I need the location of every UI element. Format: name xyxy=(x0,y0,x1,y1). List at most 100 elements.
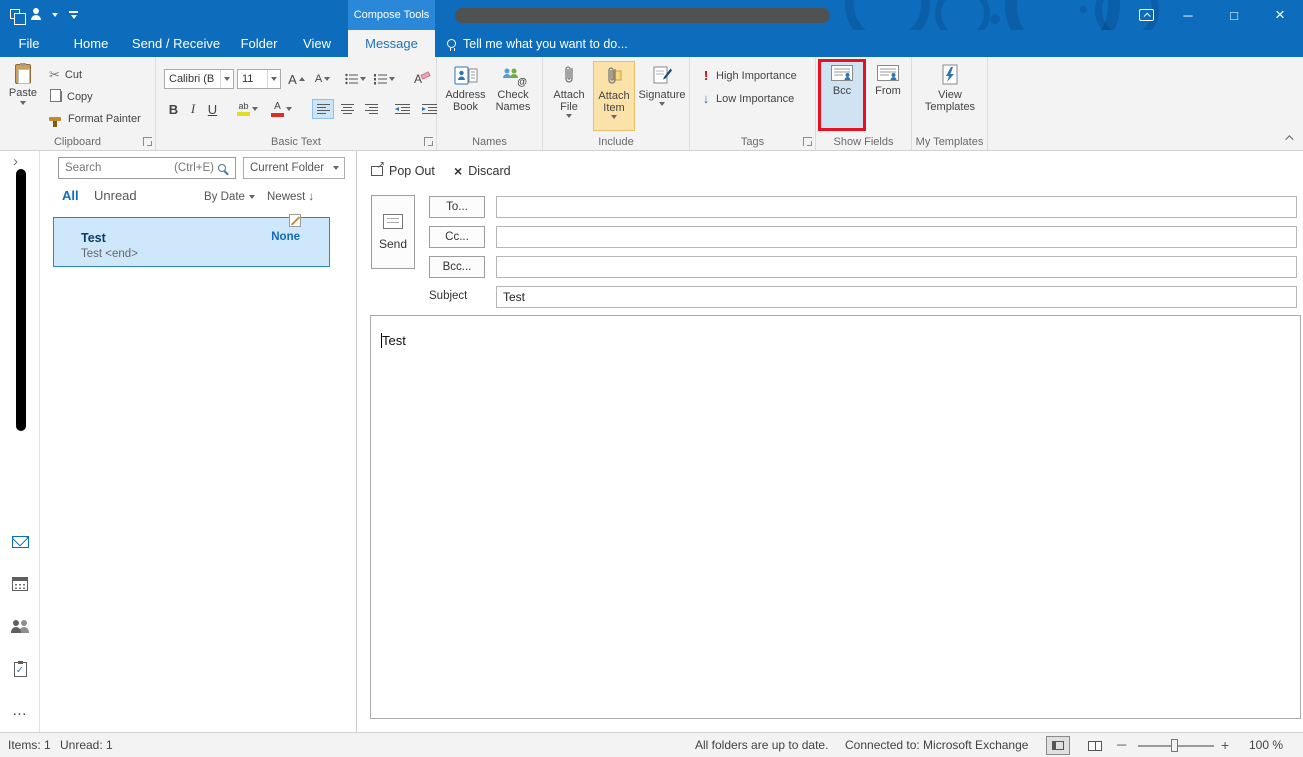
tell-me-box[interactable]: Tell me what you want to do... xyxy=(447,30,628,57)
bcc-input[interactable] xyxy=(496,256,1297,278)
ribbon-group-names: Address Book @ Check Names Names xyxy=(437,57,543,150)
text-highlight-button[interactable]: ab xyxy=(232,99,263,119)
ribbon-group-basic-text: Calibri (B 11 A A A xyxy=(156,57,437,150)
nav-calendar-button[interactable] xyxy=(0,569,40,599)
text-highlight-icon: ab xyxy=(237,102,250,116)
from-button[interactable]: From xyxy=(868,61,908,131)
cc-button[interactable]: Cc... xyxy=(429,226,485,248)
address-book-button[interactable]: Address Book xyxy=(443,61,488,131)
shrink-font-button[interactable]: A xyxy=(310,69,335,89)
font-size-select[interactable]: 11 xyxy=(237,69,281,89)
dropdown-caret-icon xyxy=(252,107,258,111)
zoom-level[interactable]: 100 % xyxy=(1249,738,1283,752)
ribbon-display-options-button[interactable] xyxy=(1128,0,1164,30)
person-icon[interactable] xyxy=(31,8,41,23)
decrease-indent-button[interactable] xyxy=(390,99,415,119)
numbering-icon xyxy=(374,73,387,85)
minimize-button[interactable]: ─ xyxy=(1165,0,1211,30)
sort-order-button[interactable]: Newest ↓ xyxy=(267,191,314,203)
ribbon-group-my-templates: View Templates My Templates xyxy=(912,57,988,150)
pop-out-button[interactable]: ↗ Pop Out xyxy=(371,160,435,182)
copy-icon xyxy=(53,91,62,102)
decorative-circle xyxy=(990,14,1000,24)
customize-quick-access-icon[interactable] xyxy=(69,11,78,19)
discard-button[interactable]: × Discard xyxy=(454,160,511,182)
check-names-button[interactable]: @ Check Names xyxy=(490,61,536,131)
send-button[interactable]: Send xyxy=(371,195,415,269)
dropdown-caret-icon xyxy=(566,114,572,118)
folder-scope-select[interactable]: Current Folder xyxy=(243,157,345,179)
cc-input[interactable] xyxy=(496,226,1297,248)
tab-send-receive[interactable]: Send / Receive xyxy=(128,30,224,57)
underline-button[interactable]: U xyxy=(203,99,222,119)
dropdown-caret-icon xyxy=(20,101,26,105)
align-left-button[interactable] xyxy=(312,99,334,119)
zoom-out-button[interactable]: ─ xyxy=(1117,737,1126,752)
cut-button[interactable]: ✂ Cut xyxy=(46,64,85,85)
copy-button[interactable]: Copy xyxy=(46,86,96,107)
attach-item-button[interactable]: Attach Item xyxy=(593,61,635,131)
chevron-up-icon xyxy=(1285,135,1293,143)
redacted-region xyxy=(16,169,26,431)
filter-tab-unread[interactable]: Unread xyxy=(94,188,137,203)
font-color-button[interactable]: A xyxy=(266,99,297,119)
nav-more-button[interactable]: … xyxy=(0,695,40,725)
search-input[interactable]: Search (Ctrl+E) xyxy=(58,157,236,179)
align-right-button[interactable] xyxy=(360,99,382,119)
numbering-button[interactable] xyxy=(371,69,398,89)
attach-file-button[interactable]: Attach File xyxy=(548,61,590,131)
bcc-button[interactable]: Bcc xyxy=(820,61,864,129)
expand-folder-pane-button[interactable]: › xyxy=(13,153,18,170)
sort-by-button[interactable]: By Date xyxy=(204,191,255,203)
paste-button[interactable]: Paste xyxy=(5,61,41,131)
my-templates-group-label: My Templates xyxy=(912,136,987,148)
format-painter-button[interactable]: Format Painter xyxy=(46,108,144,129)
maximize-button[interactable]: □ xyxy=(1211,0,1257,30)
italic-button[interactable]: I xyxy=(185,99,201,119)
to-input[interactable] xyxy=(496,196,1297,218)
tab-file[interactable]: File xyxy=(8,30,50,57)
tags-dialog-launcher[interactable] xyxy=(803,137,812,146)
zoom-slider-thumb[interactable] xyxy=(1171,739,1178,752)
shrink-font-icon: A xyxy=(315,73,322,85)
dropdown-caret-icon xyxy=(333,166,339,170)
tab-home[interactable]: Home xyxy=(58,30,124,57)
message-body[interactable]: Test xyxy=(370,315,1301,719)
low-importance-button[interactable]: ↓ Low Importance xyxy=(698,88,797,109)
dropdown-caret-icon[interactable] xyxy=(52,13,58,17)
view-templates-button[interactable]: View Templates xyxy=(920,61,980,131)
tab-message[interactable]: Message xyxy=(348,30,435,57)
nav-people-button[interactable] xyxy=(0,612,40,642)
bold-button[interactable]: B xyxy=(164,99,183,119)
clipboard-dialog-launcher[interactable] xyxy=(143,137,152,146)
collapse-ribbon-button[interactable] xyxy=(1281,132,1295,144)
grow-font-button[interactable]: A xyxy=(284,69,309,89)
names-group-label: Names xyxy=(437,136,542,148)
zoom-in-button[interactable]: + xyxy=(1221,737,1229,753)
bcc-field-button[interactable]: Bcc... xyxy=(429,256,485,278)
signature-button[interactable]: Signature xyxy=(639,61,685,131)
tab-folder[interactable]: Folder xyxy=(228,30,290,57)
nav-mail-button[interactable] xyxy=(0,527,40,557)
message-list-item[interactable]: Test Test <end> None xyxy=(53,217,330,267)
basic-text-dialog-launcher[interactable] xyxy=(424,137,433,146)
view-normal-button[interactable] xyxy=(1046,736,1070,755)
view-reading-button[interactable] xyxy=(1083,736,1107,755)
clear-formatting-button[interactable]: A xyxy=(410,69,434,89)
show-fields-group-label: Show Fields xyxy=(816,136,911,148)
nav-tasks-button[interactable]: ✓ xyxy=(0,654,40,684)
tab-view[interactable]: View xyxy=(294,30,340,57)
search-icon xyxy=(218,164,226,172)
dropdown-caret-icon xyxy=(360,77,366,81)
bullets-button[interactable] xyxy=(342,69,369,89)
subject-input[interactable] xyxy=(496,286,1297,308)
font-name-select[interactable]: Calibri (B xyxy=(164,69,234,89)
to-button[interactable]: To... xyxy=(429,196,485,218)
high-importance-button[interactable]: ! High Importance xyxy=(698,65,800,86)
align-center-button[interactable] xyxy=(336,99,358,119)
windows-icon[interactable] xyxy=(10,8,20,22)
filter-tab-all[interactable]: All xyxy=(62,188,79,203)
close-button[interactable]: × xyxy=(1257,0,1303,30)
items-count: Items: 1 xyxy=(8,738,51,752)
dropdown-caret-icon xyxy=(249,195,255,199)
